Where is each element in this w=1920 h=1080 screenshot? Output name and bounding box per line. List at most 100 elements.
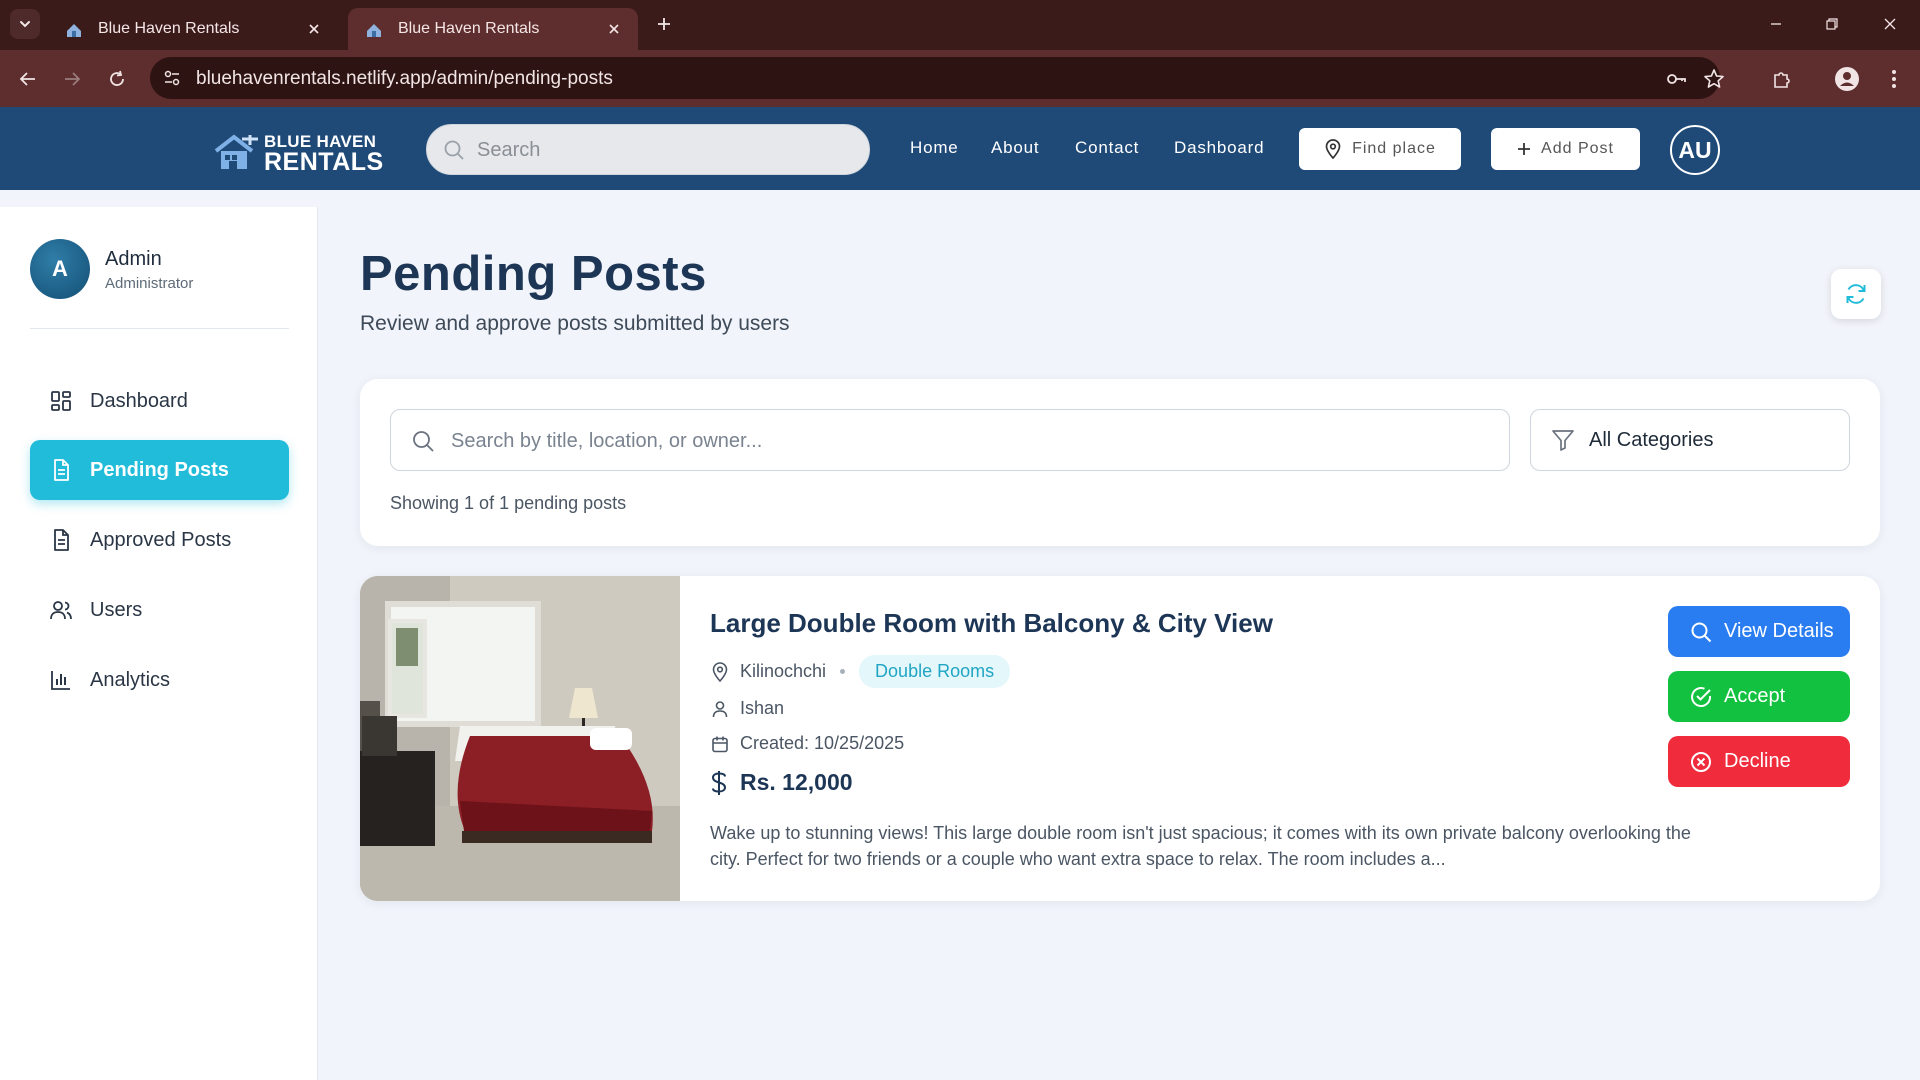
chevron-down-icon xyxy=(20,21,30,28)
page-subtitle: Review and approve posts submitted by us… xyxy=(360,312,790,335)
sidebar-item-users[interactable]: Users xyxy=(30,580,289,640)
forward-button[interactable] xyxy=(57,64,87,94)
add-post-label: Add Post xyxy=(1541,140,1614,157)
site-settings-icon[interactable] xyxy=(162,68,182,88)
search-icon xyxy=(443,139,465,166)
nav-dashboard[interactable]: Dashboard xyxy=(1174,138,1264,158)
x-circle-icon xyxy=(1691,751,1711,772)
new-tab-button[interactable] xyxy=(652,12,676,36)
decline-label: Decline xyxy=(1724,750,1791,772)
restore-button[interactable] xyxy=(1818,10,1846,38)
back-button[interactable] xyxy=(13,64,43,94)
browser-tab[interactable]: Blue Haven Rentals xyxy=(48,8,338,50)
sidebar-item-dashboard[interactable]: Dashboard xyxy=(30,371,289,431)
more-vertical-icon xyxy=(1892,70,1896,88)
posts-search-input[interactable] xyxy=(451,426,1491,456)
pending-post-card: Large Double Room with Balcony & City Vi… xyxy=(360,576,1880,901)
sidebar-item-label: Pending Posts xyxy=(90,458,229,481)
sidebar-item-pending-posts[interactable]: Pending Posts xyxy=(30,440,289,500)
map-pin-icon xyxy=(710,661,730,682)
category-filter-value: All Categories xyxy=(1589,428,1714,451)
admin-name: Admin xyxy=(105,248,162,270)
category-filter-select[interactable]: All Categories xyxy=(1530,409,1850,471)
refresh-icon xyxy=(1846,284,1866,304)
browser-tab-active[interactable]: Blue Haven Rentals xyxy=(348,8,638,50)
post-created-row: Created: 10/25/2025 xyxy=(710,733,904,754)
calendar-icon xyxy=(710,734,730,754)
house-logo-icon xyxy=(214,134,258,169)
post-photo[interactable] xyxy=(360,576,680,901)
restore-icon xyxy=(1826,18,1838,30)
sidebar-item-label: Analytics xyxy=(90,668,171,691)
browser-tab-bar: Blue Haven Rentals Blue Haven Rentals xyxy=(0,0,1920,50)
find-place-button[interactable]: Find place xyxy=(1299,128,1461,170)
close-icon xyxy=(1884,18,1896,30)
site-logo[interactable]: BLUE HAVEN RENTALS xyxy=(212,131,383,175)
extensions-button[interactable] xyxy=(1767,64,1797,94)
find-place-label: Find place xyxy=(1352,140,1436,157)
add-post-button[interactable]: Add Post xyxy=(1491,128,1640,170)
arrow-left-icon xyxy=(19,72,35,86)
profile-button[interactable] xyxy=(1832,64,1862,94)
header-search[interactable] xyxy=(426,124,870,175)
logo-text: BLUE HAVEN RENTALS xyxy=(264,133,384,175)
post-price: Rs. 12,000 xyxy=(740,769,853,795)
search-icon xyxy=(411,429,435,458)
close-icon[interactable] xyxy=(604,19,624,39)
document-icon xyxy=(48,457,74,483)
decline-button[interactable]: Decline xyxy=(1668,736,1850,787)
refresh-button[interactable] xyxy=(1831,269,1881,319)
reload-icon xyxy=(110,70,124,86)
sidebar-divider xyxy=(30,328,289,329)
accept-label: Accept xyxy=(1724,685,1786,707)
site-favicon-icon xyxy=(364,19,384,39)
check-circle-icon xyxy=(1691,686,1712,707)
tab-title: Blue Haven Rentals xyxy=(398,20,540,37)
post-description: Wake up to stunning views! This large do… xyxy=(710,823,1691,869)
sidebar-item-label: Dashboard xyxy=(90,389,188,412)
post-location: Kilinochchi xyxy=(740,661,827,681)
admin-role: Administrator xyxy=(105,275,194,292)
separator-dot xyxy=(840,669,846,674)
post-owner: Ishan xyxy=(740,698,785,718)
room-photo-illustration xyxy=(360,576,680,901)
bookmark-star-icon[interactable] xyxy=(1702,67,1726,91)
post-created-date: Created: 10/25/2025 xyxy=(740,733,905,753)
tab-title: Blue Haven Rentals xyxy=(98,20,240,37)
post-owner-row: Ishan xyxy=(710,698,784,719)
accept-button[interactable]: Accept xyxy=(1668,671,1850,722)
tab-search-button[interactable] xyxy=(10,9,40,39)
sidebar-item-analytics[interactable]: Analytics xyxy=(30,650,289,710)
close-icon[interactable] xyxy=(304,19,324,39)
nav-about[interactable]: About xyxy=(991,138,1039,158)
site-header: BLUE HAVEN RENTALS Home About Contact Da… xyxy=(0,107,1920,190)
url-text: bluehavenrentals.netlify.app/admin/pendi… xyxy=(196,68,613,89)
user-icon xyxy=(710,699,730,719)
admin-avatar: A xyxy=(30,239,90,299)
browser-toolbar: bluehavenrentals.netlify.app/admin/pendi… xyxy=(0,50,1920,107)
header-search-input[interactable] xyxy=(477,135,857,165)
browser-menu-button[interactable] xyxy=(1879,64,1909,94)
view-details-label: View Details xyxy=(1724,620,1834,642)
search-icon xyxy=(1691,622,1712,642)
plus-icon xyxy=(658,18,670,30)
password-key-icon[interactable] xyxy=(1664,67,1688,91)
address-bar[interactable]: bluehavenrentals.netlify.app/admin/pendi… xyxy=(150,57,1724,99)
user-avatar[interactable]: AU xyxy=(1670,125,1720,175)
sidebar-item-approved-posts[interactable]: Approved Posts xyxy=(30,510,289,570)
grid-icon xyxy=(48,388,74,414)
nav-home[interactable]: Home xyxy=(910,138,959,158)
post-price-row: Rs. 12,000 xyxy=(710,769,853,796)
users-icon xyxy=(48,597,74,623)
map-pin-icon xyxy=(1325,139,1341,159)
nav-contact[interactable]: Contact xyxy=(1075,138,1139,158)
posts-search[interactable] xyxy=(390,409,1510,471)
post-title: Large Double Room with Balcony & City Vi… xyxy=(710,608,1273,638)
window-close-button[interactable] xyxy=(1876,10,1904,38)
page-title: Pending Posts xyxy=(360,247,707,301)
reload-button[interactable] xyxy=(102,64,132,94)
filter-icon xyxy=(1552,430,1574,451)
post-location-row: Kilinochchi Double Rooms xyxy=(710,655,1011,688)
view-details-button[interactable]: View Details xyxy=(1668,606,1850,657)
minimize-button[interactable] xyxy=(1762,10,1790,38)
